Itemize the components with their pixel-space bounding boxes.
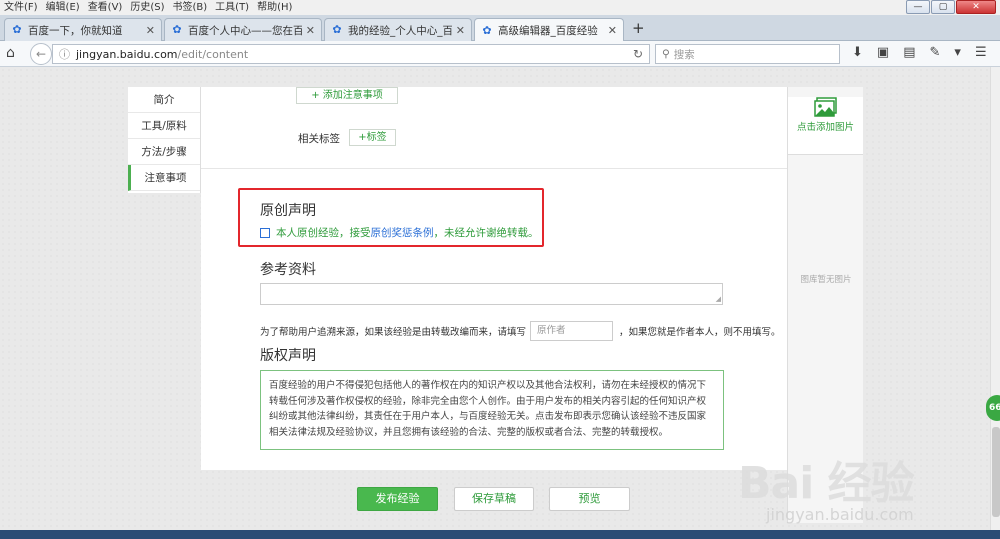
- add-note-button[interactable]: + 添加注意事项: [296, 87, 398, 104]
- related-tags-label: 相关标签: [298, 133, 340, 145]
- rules-link[interactable]: 原创奖惩条例: [371, 225, 434, 240]
- paw-icon: ✿: [482, 23, 492, 37]
- tab-strip: ✿ 百度一下，你就知道 ✕ ✿ 百度个人中心——您在百... ✕ ✿ 我的经验_…: [0, 15, 1000, 42]
- tab-baidu-home[interactable]: ✿ 百度一下，你就知道 ✕: [4, 18, 162, 41]
- nav-item-intro[interactable]: 简介: [128, 87, 200, 113]
- maximize-button[interactable]: ▢: [931, 0, 955, 14]
- navigation-bar: ⌂ ← ⓘ jingyan.baidu.com/edit/content ↻ ⚲…: [0, 41, 1000, 67]
- page-content: 简介 工具/原料 方法/步骤 注意事项 + 添加注意事项 相关标签 +标签 原创…: [0, 67, 1000, 539]
- original-text-end: ，未经允许谢绝转载。: [433, 227, 539, 239]
- picture-icon: [813, 97, 837, 117]
- menu-bookmarks[interactable]: 书签(B): [169, 0, 212, 15]
- tab-personal-center[interactable]: ✿ 百度个人中心——您在百... ✕: [164, 18, 322, 41]
- search-placeholder: 搜索: [673, 48, 695, 61]
- reader-icon[interactable]: ▤: [903, 45, 915, 60]
- side-badge[interactable]: 66: [986, 395, 1000, 421]
- reference-note: 为了帮助用户追溯来源，如果该经验是由转载改编而来，请填写 原作者 ，如果您就是作…: [260, 321, 781, 341]
- tags-section: + 添加注意事项 相关标签 +标签: [201, 87, 787, 169]
- add-tag-button[interactable]: +标签: [349, 129, 396, 146]
- menu-history[interactable]: 历史(S): [126, 0, 168, 15]
- taskbar: [0, 530, 1000, 539]
- paw-icon: ✿: [172, 23, 182, 36]
- original-title: 原创声明: [260, 203, 316, 219]
- paw-icon: ✿: [12, 23, 22, 36]
- preview-button[interactable]: 预览: [549, 487, 630, 511]
- reload-icon[interactable]: ↻: [633, 47, 643, 61]
- reference-note-text: 为了帮助用户追溯来源，如果该经验是由转载改编而来，请填写: [260, 327, 527, 338]
- no-picture-label: 图库暂无图片: [800, 275, 852, 285]
- paw-icon: ✿: [332, 23, 342, 36]
- close-window-button[interactable]: ✕: [956, 0, 996, 14]
- watermark-url: jingyan.baidu.com: [766, 505, 914, 524]
- tab-label: 百度个人中心——您在百...: [188, 24, 302, 37]
- dropdown-icon[interactable]: ▾: [954, 45, 961, 60]
- original-statement: 本人原创经验，接受 原创奖惩条例 ，未经允许谢绝转载。: [260, 225, 539, 240]
- menu-help[interactable]: 帮助(H): [253, 0, 296, 15]
- close-icon[interactable]: ✕: [456, 24, 465, 37]
- close-icon[interactable]: ✕: [608, 24, 617, 37]
- copyright-title: 版权声明: [260, 348, 316, 364]
- scrollbar-thumb[interactable]: [992, 427, 1000, 517]
- author-input[interactable]: 原作者: [530, 321, 614, 341]
- save-draft-button[interactable]: 保存草稿: [454, 487, 534, 511]
- window-controls: — ▢ ✕: [906, 0, 996, 14]
- tab-label: 高级编辑器_百度经验: [498, 25, 598, 37]
- tab-label: 我的经验_个人中心_百度经...: [348, 24, 452, 37]
- sidebar-icon[interactable]: ▣: [877, 45, 889, 60]
- original-text: 本人原创经验，接受: [276, 227, 371, 239]
- search-icon: ⚲: [662, 48, 670, 60]
- watermark-brand: Bai 经验: [738, 458, 915, 509]
- copyright-text: 百度经验的用户不得侵犯包括他人的著作权在内的知识产权以及其他合法权利，请勿在未经…: [260, 370, 724, 450]
- download-icon[interactable]: ⬇: [852, 45, 863, 60]
- url-path: /edit/content: [177, 47, 249, 61]
- publish-button[interactable]: 发布经验: [357, 487, 438, 511]
- editor-panel: + 添加注意事项 相关标签 +标签 原创声明 本人原创经验，接受 原创奖惩条例 ，未…: [201, 87, 787, 470]
- tab-my-experience[interactable]: ✿ 我的经验_个人中心_百度经... ✕: [324, 18, 472, 41]
- add-picture-area[interactable]: 点击添加图片: [788, 97, 863, 155]
- original-checkbox[interactable]: [260, 227, 270, 238]
- extension-icon[interactable]: ✎: [930, 45, 941, 60]
- home-icon[interactable]: ⌂: [6, 45, 15, 61]
- add-picture-label: 点击添加图片: [796, 122, 854, 133]
- nav-item-tools[interactable]: 工具/原料: [128, 113, 200, 139]
- baidu-watermark: Bai 经验 jingyan.baidu.com: [738, 447, 988, 524]
- menu-file[interactable]: 文件(F): [0, 0, 42, 15]
- search-input[interactable]: ⚲ 搜索: [655, 44, 840, 64]
- reference-note-text-end: ，如果您就是作者本人，则不用填写。: [619, 327, 781, 338]
- close-icon[interactable]: ✕: [146, 24, 155, 37]
- reference-title: 参考资料: [260, 262, 316, 278]
- minimize-button[interactable]: —: [906, 0, 930, 14]
- page-scrollbar[interactable]: [990, 67, 1000, 539]
- menu-tools[interactable]: 工具(T): [211, 0, 253, 15]
- menu-icon[interactable]: ☰: [975, 45, 987, 60]
- new-tab-button[interactable]: +: [632, 19, 645, 37]
- menu-view[interactable]: 查看(V): [84, 0, 127, 15]
- close-icon[interactable]: ✕: [306, 24, 315, 37]
- tab-label: 百度一下，你就知道: [28, 24, 123, 37]
- reference-textarea[interactable]: ◢: [260, 283, 723, 305]
- section-nav: 简介 工具/原料 方法/步骤 注意事项: [128, 87, 201, 193]
- toolbar-icons: ⬇ ▣ ▤ ✎ ▾ ☰: [852, 45, 987, 60]
- tab-advanced-editor[interactable]: ✿ 高级编辑器_百度经验 ✕: [474, 18, 624, 42]
- info-icon[interactable]: ⓘ: [59, 46, 70, 62]
- url-host: jingyan.baidu.com: [76, 47, 178, 61]
- back-button[interactable]: ←: [30, 43, 52, 65]
- menu-bar: 文件(F) 编辑(E) 查看(V) 历史(S) 书签(B) 工具(T) 帮助(H…: [0, 0, 1000, 15]
- menu-edit[interactable]: 编辑(E): [42, 0, 84, 15]
- nav-item-notes[interactable]: 注意事项: [128, 165, 200, 191]
- resize-grip-icon[interactable]: ◢: [716, 295, 721, 303]
- url-bar[interactable]: ⓘ jingyan.baidu.com/edit/content ↻: [52, 44, 650, 64]
- nav-item-steps[interactable]: 方法/步骤: [128, 139, 200, 165]
